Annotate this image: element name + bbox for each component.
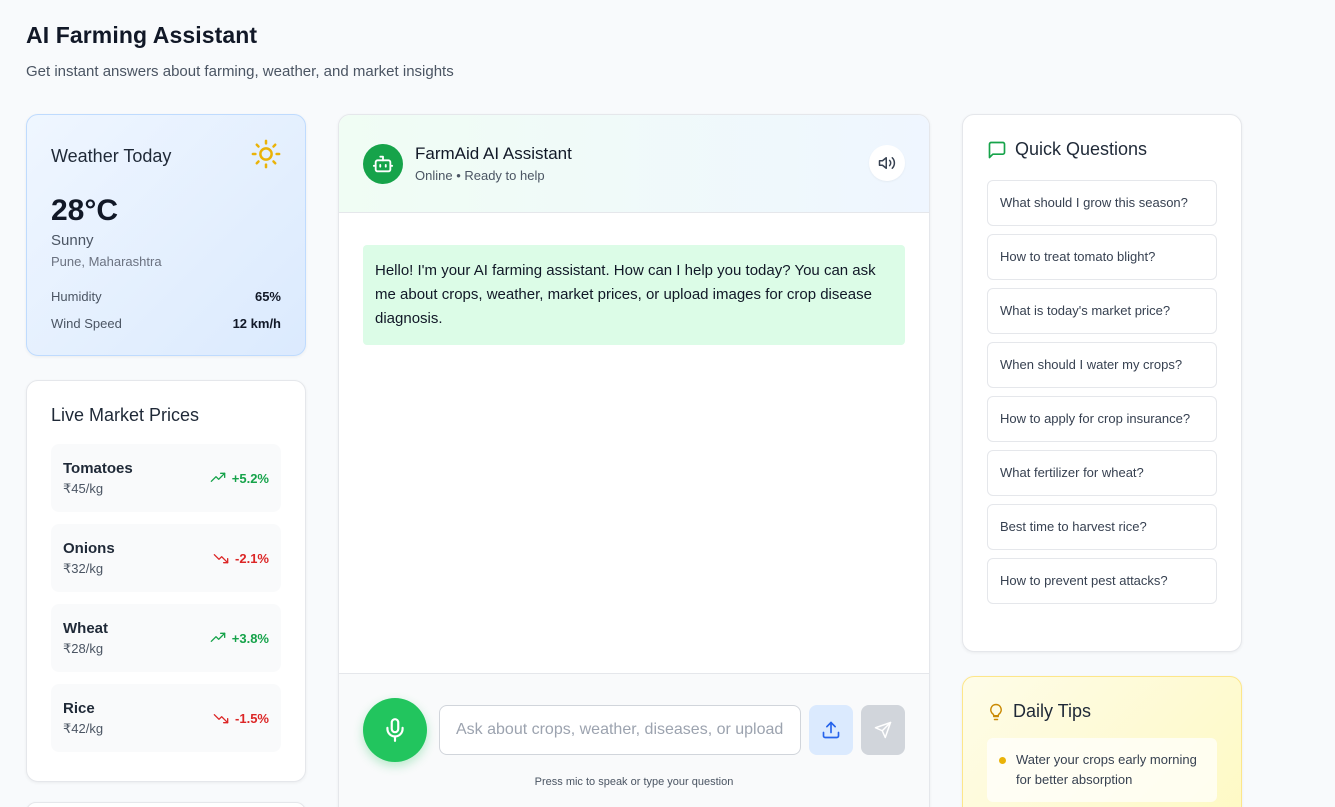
chat-input[interactable] [439, 705, 801, 755]
quick-question-button[interactable]: What fertilizer for wheat? [987, 450, 1217, 496]
crop-name: Onions [63, 539, 115, 557]
price-change: -2.1% [213, 550, 269, 566]
crop-price: ₹32/kg [63, 560, 104, 576]
bot-message: Hello! I'm your AI farming assistant. Ho… [363, 245, 905, 345]
market-item-tomatoes: Tomatoes ₹45/kg +5.2% [51, 444, 281, 512]
tip-text: Water your crops early morning for bette… [1016, 752, 1197, 787]
next-card-partial [26, 802, 306, 807]
upload-button[interactable] [809, 705, 853, 755]
upload-icon [822, 721, 840, 739]
weather-card: Weather Today 28°C Sunny Pune, Maharasht… [26, 114, 306, 356]
price-change: +5.2% [210, 470, 269, 486]
composer-hint: Press mic to speak or type your question [534, 776, 734, 788]
change-value: -2.1% [235, 550, 269, 566]
weather-location: Pune, Maharashtra [51, 254, 162, 269]
wind-label: Wind Speed [51, 316, 122, 331]
market-list: Tomatoes ₹45/kg +5.2% Onions ₹32/kg -2.1… [51, 444, 281, 752]
wind-value: 12 km/h [232, 316, 281, 331]
bot-status: Online • Ready to help [415, 168, 545, 183]
change-value: -1.5% [235, 710, 269, 726]
page-subtitle: Get instant answers about farming, weath… [26, 63, 454, 80]
mic-icon [386, 718, 404, 742]
quick-questions-list: What should I grow this season? How to t… [987, 180, 1217, 604]
bullet-icon [999, 757, 1006, 764]
quick-question-button[interactable]: When should I water my crops? [987, 342, 1217, 388]
speaker-button[interactable] [869, 145, 905, 181]
market-title: Live Market Prices [51, 405, 200, 425]
page-header: AI Farming Assistant Get instant answers… [26, 22, 454, 80]
bot-icon [363, 143, 403, 184]
crop-price: ₹45/kg [63, 480, 104, 496]
page-title: AI Farming Assistant [26, 22, 258, 48]
price-change: +3.8% [210, 630, 269, 646]
crop-price: ₹28/kg [63, 640, 104, 656]
quick-question-button[interactable]: How to prevent pest attacks? [987, 558, 1217, 604]
quick-question-button[interactable]: How to treat tomato blight? [987, 234, 1217, 280]
temperature: 28°C [51, 194, 119, 227]
trending-up-icon [210, 632, 226, 642]
humidity-row: Humidity 65% [51, 289, 281, 304]
daily-tips-title: Daily Tips [1013, 701, 1092, 721]
chat-panel: FarmAid AI Assistant Online • Ready to h… [338, 114, 930, 807]
market-item-onions: Onions ₹32/kg -2.1% [51, 524, 281, 592]
quick-question-button[interactable]: What is today's market price? [987, 288, 1217, 334]
chat-header: FarmAid AI Assistant Online • Ready to h… [339, 115, 929, 213]
lightbulb-icon [990, 703, 1002, 720]
quick-questions-card: Quick Questions What should I grow this … [962, 114, 1242, 652]
market-item-rice: Rice ₹42/kg -1.5% [51, 684, 281, 752]
volume-icon [878, 157, 896, 169]
humidity-value: 65% [254, 289, 281, 304]
change-value: +5.2% [231, 470, 269, 486]
quick-question-button[interactable]: Best time to harvest rice? [987, 504, 1217, 550]
trending-up-icon [210, 472, 226, 482]
quick-question-button[interactable]: What should I grow this season? [987, 180, 1217, 226]
quick-question-button[interactable]: How to apply for crop insurance? [987, 396, 1217, 442]
market-prices-card: Live Market Prices Tomatoes ₹45/kg +5.2%… [26, 380, 306, 782]
daily-tips-card: Daily Tips Water your crops early mornin… [962, 676, 1242, 807]
change-value: +3.8% [231, 630, 269, 646]
market-item-wheat: Wheat ₹28/kg +3.8% [51, 604, 281, 672]
price-change: -1.5% [213, 710, 269, 726]
send-icon [874, 721, 892, 739]
message-list: Hello! I'm your AI farming assistant. Ho… [339, 213, 929, 673]
weather-title: Weather Today [51, 146, 172, 166]
crop-name: Rice [63, 699, 95, 717]
trending-down-icon [213, 554, 229, 564]
crop-price: ₹42/kg [63, 720, 104, 736]
quick-questions-title: Quick Questions [1015, 139, 1148, 159]
crop-name: Tomatoes [63, 459, 133, 477]
send-button[interactable] [861, 705, 905, 755]
trending-down-icon [213, 714, 229, 724]
sun-icon [251, 139, 281, 174]
humidity-label: Humidity [51, 289, 102, 304]
crop-name: Wheat [63, 619, 108, 637]
message-square-icon [988, 141, 1006, 158]
composer: Press mic to speak or type your question [339, 673, 929, 807]
tip-item: Water your crops early morning for bette… [987, 738, 1217, 802]
weather-condition: Sunny [51, 232, 94, 249]
mic-button[interactable] [363, 698, 427, 762]
wind-row: Wind Speed 12 km/h [51, 316, 281, 331]
bot-name: FarmAid AI Assistant [415, 144, 572, 163]
